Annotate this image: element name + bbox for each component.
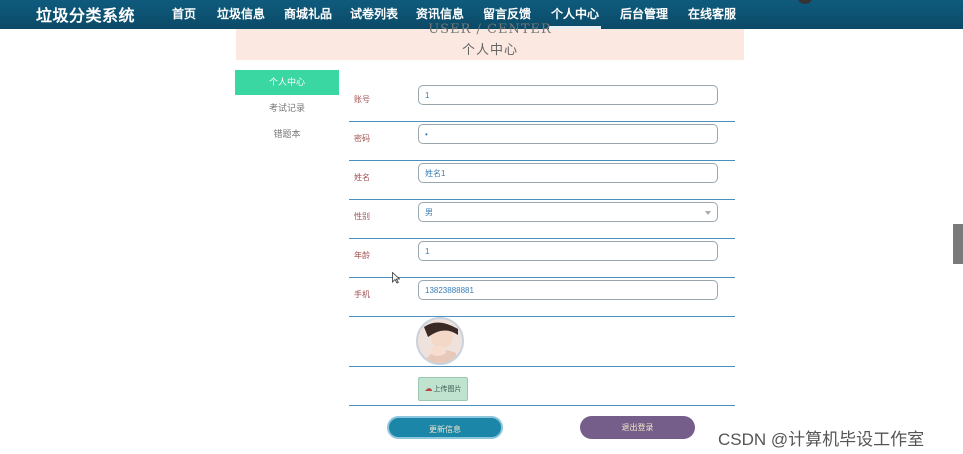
name-label: 姓名 <box>354 173 370 182</box>
form-row-gender: 性别 男 <box>349 199 735 239</box>
form-row-password: 密码 • <box>349 121 735 161</box>
nav-user-center[interactable]: 个人中心 <box>548 5 602 29</box>
nav-feedback[interactable]: 留言反馈 <box>483 5 531 22</box>
nav-gift-shop[interactable]: 商城礼品 <box>284 5 332 22</box>
cloud-upload-icon: ☁ <box>424 384 433 393</box>
avatar-image <box>416 317 464 365</box>
mouse-pointer-icon <box>392 272 400 284</box>
form-row-name: 姓名 姓名1 <box>349 160 735 200</box>
chevron-down-icon <box>705 211 711 215</box>
upload-button-label: 上传图片 <box>433 386 462 393</box>
update-info-button[interactable]: 更新信息 <box>387 416 503 439</box>
upload-image-button[interactable]: ☁上传图片 <box>418 377 468 401</box>
page-title: 个人中心 <box>461 42 518 57</box>
nav-exam-list[interactable]: 试卷列表 <box>350 5 398 22</box>
page-header-band: USER / CENTER 个人中心 <box>236 22 744 60</box>
gender-selected-value: 男 <box>425 208 433 217</box>
nav-news[interactable]: 资讯信息 <box>416 5 464 22</box>
password-label: 密码 <box>354 134 370 143</box>
logout-button[interactable]: 退出登录 <box>580 416 695 439</box>
form-row-avatar <box>349 316 735 367</box>
account-field[interactable]: 1 <box>418 85 718 105</box>
sidebar-item-exam-records[interactable]: 考试记录 <box>235 96 339 121</box>
form-row-upload <box>349 367 735 406</box>
form-row-age: 年龄 1 <box>349 238 735 278</box>
avatar-edge <box>797 0 813 4</box>
form-row-phone: 手机 13823888881 <box>349 277 735 317</box>
password-field[interactable]: • <box>418 124 718 144</box>
nav-admin[interactable]: 后台管理 <box>620 5 668 22</box>
phone-label: 手机 <box>354 290 370 299</box>
age-field[interactable]: 1 <box>418 241 718 261</box>
gender-select[interactable]: 男 <box>418 202 718 222</box>
scrollbar-thumb[interactable] <box>953 224 963 264</box>
gender-label: 性别 <box>354 212 370 221</box>
sidebar-item-wrong-questions[interactable]: 错题本 <box>235 122 339 147</box>
age-label: 年龄 <box>354 251 370 260</box>
watermark-text: CSDN @计算机毕设工作室 <box>718 430 925 449</box>
page-title-en: USER / CENTER <box>428 22 552 37</box>
sidebar-item-user-center[interactable]: 个人中心 <box>235 70 339 95</box>
name-field[interactable]: 姓名1 <box>418 163 718 183</box>
nav-home[interactable]: 首页 <box>172 5 196 22</box>
account-label: 账号 <box>354 95 370 104</box>
app-title: 垃圾分类系统 <box>36 8 136 25</box>
form-row-account: 账号 1 <box>349 82 735 122</box>
nav-online-service[interactable]: 在线客服 <box>688 5 736 22</box>
phone-field[interactable]: 13823888881 <box>418 280 718 300</box>
nav-garbage-info[interactable]: 垃圾信息 <box>217 5 265 22</box>
